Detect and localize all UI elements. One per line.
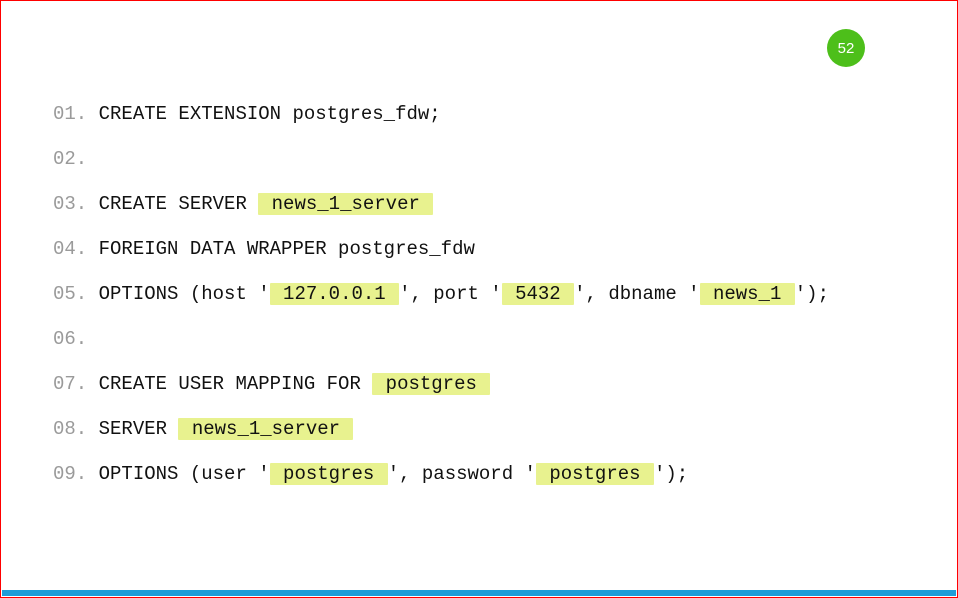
line-number: 04. [53,238,87,260]
code-line: 01. CREATE EXTENSION postgres_fdw; [53,105,937,124]
code-token: OPTIONS (host ' [87,283,269,305]
code-line: 04. FOREIGN DATA WRAPPER postgres_fdw [53,240,937,259]
highlighted-token: postgres [270,463,388,485]
code-token: CREATE EXTENSION postgres_fdw; [87,103,440,125]
highlighted-token: news_1_server [258,193,433,215]
highlighted-token: news_1_server [178,418,353,440]
code-line: 09. OPTIONS (user ' postgres ', password… [53,465,937,484]
code-token: ', password ' [388,463,536,485]
code-line: 02. [53,150,937,169]
code-line: 05. OPTIONS (host ' 127.0.0.1 ', port ' … [53,285,937,304]
code-line: 07. CREATE USER MAPPING FOR postgres [53,375,937,394]
code-line: 03. CREATE SERVER news_1_server [53,195,937,214]
page-number-badge: 52 [827,29,865,67]
code-line: 06. [53,330,937,349]
accent-bar [2,590,956,596]
code-block: 01. CREATE EXTENSION postgres_fdw; 02. 03.… [53,105,937,510]
code-token: SERVER [87,418,178,440]
code-token: OPTIONS (user ' [87,463,269,485]
code-token: '); [654,463,688,485]
highlighted-token: 127.0.0.1 [270,283,399,305]
line-number: 02. [53,148,87,170]
code-token: '); [795,283,829,305]
code-line: 08. SERVER news_1_server [53,420,937,439]
code-token: ', port ' [399,283,502,305]
code-token: FOREIGN DATA WRAPPER postgres_fdw [87,238,475,260]
line-number: 09. [53,463,87,485]
line-number: 05. [53,283,87,305]
highlighted-token: postgres [372,373,490,395]
line-number: 01. [53,103,87,125]
highlighted-token: postgres [536,463,654,485]
slide-frame: 52 01. CREATE EXTENSION postgres_fdw; 02.… [0,0,958,598]
highlighted-token: 5432 [502,283,574,305]
code-token: CREATE SERVER [87,193,258,215]
line-number: 08. [53,418,87,440]
line-number: 06. [53,328,87,350]
line-number: 07. [53,373,87,395]
line-number: 03. [53,193,87,215]
code-token: ', dbname ' [574,283,699,305]
highlighted-token: news_1 [700,283,795,305]
code-token: CREATE USER MAPPING FOR [87,373,372,395]
